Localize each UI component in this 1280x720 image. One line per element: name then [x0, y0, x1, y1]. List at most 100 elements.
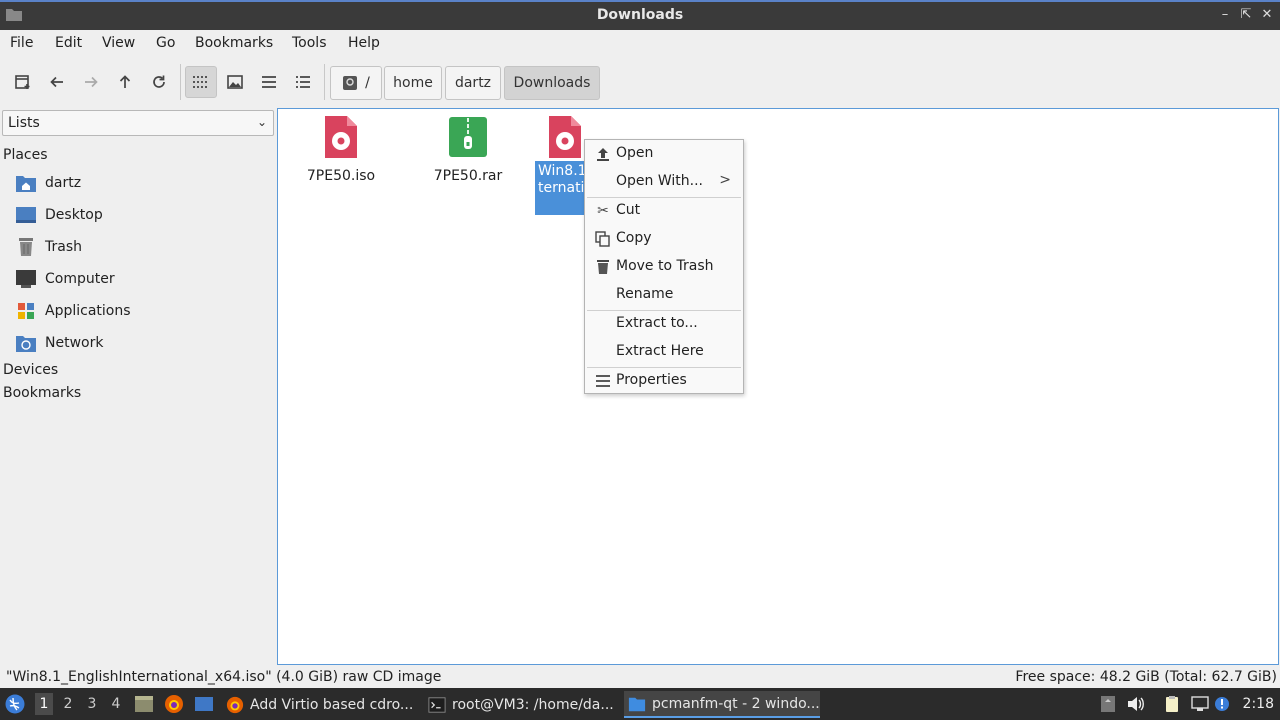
menu-view[interactable]: View: [102, 35, 135, 51]
clipboard-icon[interactable]: [1163, 696, 1181, 712]
title-bar: Downloads – ⇱ ✕: [0, 0, 1280, 30]
sidebar-item-dartz[interactable]: dartz: [16, 169, 81, 197]
menu-item-rename[interactable]: Rename: [585, 281, 743, 309]
desktop-2-button[interactable]: 2: [59, 696, 77, 712]
new-tab-button[interactable]: [7, 66, 39, 98]
folder-icon: [628, 697, 646, 711]
toolbar-separator: [180, 64, 181, 100]
menu-tools[interactable]: Tools: [292, 35, 327, 51]
volume-icon[interactable]: [1127, 696, 1145, 712]
window-title: Downloads: [596, 7, 684, 23]
sidebar-item-label: Trash: [45, 239, 82, 255]
menu-item-open-with[interactable]: Open With... >: [585, 168, 743, 196]
menu-item-cut[interactable]: ✂ Cut: [585, 197, 743, 225]
sidebar-item-desktop[interactable]: Desktop: [16, 201, 103, 229]
start-menu-icon[interactable]: [5, 694, 25, 714]
task-pcmanfm[interactable]: pcmanfm-qt - 2 windo...: [624, 691, 820, 718]
breadcrumb-dartz-label: dartz: [454, 75, 492, 91]
desktop-1-button[interactable]: 1: [35, 693, 53, 715]
desktop-icon: [16, 207, 36, 223]
list-icon: [262, 76, 276, 88]
show-desktop-icon[interactable]: [194, 694, 214, 714]
task-terminal[interactable]: root@VM3: /home/da...: [424, 691, 620, 718]
task-label: root@VM3: /home/da...: [452, 696, 614, 713]
devices-heading[interactable]: Devices: [3, 362, 58, 378]
menu-item-label: Rename: [616, 286, 674, 302]
menu-file[interactable]: File: [10, 35, 33, 51]
up-button[interactable]: [109, 66, 141, 98]
image-icon: [227, 75, 243, 89]
breadcrumb-root[interactable]: /: [330, 66, 382, 100]
thumbnail-view-button[interactable]: [219, 66, 251, 98]
sidebar-item-applications[interactable]: Applications: [16, 297, 131, 325]
menu-item-label: Open With...: [616, 173, 703, 189]
open-icon: [597, 148, 609, 161]
home-folder-icon: [16, 176, 36, 192]
properties-icon: [596, 375, 610, 387]
menu-bar: File Edit View Go Bookmarks Tools Help: [0, 30, 1280, 56]
file-manager-launcher-icon[interactable]: [134, 694, 154, 714]
icon-view-button[interactable]: [185, 66, 217, 98]
reload-button[interactable]: [143, 66, 175, 98]
status-bar: "Win8.1_EnglishInternational_x64.iso" (4…: [0, 666, 1280, 688]
menu-item-extract-to[interactable]: Extract to...: [585, 310, 743, 338]
cut-icon: ✂: [597, 203, 609, 219]
menu-bookmarks[interactable]: Bookmarks: [195, 35, 273, 51]
breadcrumb-home[interactable]: home: [384, 66, 442, 100]
trash-icon: [597, 260, 609, 274]
selected-file-name[interactable]: Win8.1 ternati: [535, 161, 585, 215]
back-button[interactable]: [41, 66, 73, 98]
menu-item-move-to-trash[interactable]: Move to Trash: [585, 253, 743, 281]
toolbar-separator: [324, 64, 325, 100]
sidebar-item-network[interactable]: Network: [16, 329, 103, 357]
task-label: Add Virtio based cdro...: [250, 696, 414, 713]
reload-icon: [153, 75, 165, 88]
desktop-4-button[interactable]: 4: [107, 696, 125, 712]
terminal-icon: [428, 696, 446, 713]
breadcrumb-root-label: /: [365, 75, 370, 91]
breadcrumb-downloads[interactable]: Downloads: [504, 66, 600, 100]
sidebar-item-label: Computer: [45, 271, 115, 287]
menu-item-label: Extract Here: [616, 343, 704, 359]
network-status-icon[interactable]: [1191, 696, 1209, 712]
clock[interactable]: 2:18: [1243, 696, 1274, 712]
file-view[interactable]: 7PE50.iso 7PE50.rar Win8.1 ternati: [277, 108, 1279, 665]
firefox-launcher-icon[interactable]: [164, 694, 184, 714]
menu-item-label: Cut: [616, 202, 641, 218]
side-pane-mode-select[interactable]: Lists ⌄: [2, 110, 274, 136]
selected-file-name-line2: ternati: [538, 180, 585, 196]
task-firefox[interactable]: Add Virtio based cdro...: [222, 691, 418, 718]
menu-item-open[interactable]: Open: [585, 140, 743, 168]
sidebar-item-computer[interactable]: Computer: [16, 265, 115, 293]
disc-image-icon: [325, 116, 357, 158]
menu-help[interactable]: Help: [348, 35, 380, 51]
menu-item-properties[interactable]: Properties: [585, 367, 743, 395]
update-notifier-icon[interactable]: [1214, 696, 1232, 712]
forward-button[interactable]: [75, 66, 107, 98]
file-item[interactable]: 7PE50.iso: [281, 116, 401, 184]
sidebar-item-trash[interactable]: Trash: [16, 233, 82, 261]
removable-media-icon[interactable]: [1099, 696, 1117, 712]
menu-edit[interactable]: Edit: [55, 35, 82, 51]
file-item[interactable]: 7PE50.rar: [408, 116, 528, 184]
menu-item-label: Properties: [616, 372, 687, 388]
toolbar: / home dartz Downloads: [0, 56, 1280, 108]
sidebar-item-label: Desktop: [45, 207, 103, 223]
bookmarks-heading[interactable]: Bookmarks: [3, 385, 81, 401]
desktop-3-button[interactable]: 3: [83, 696, 101, 712]
close-button[interactable]: ✕: [1258, 6, 1276, 24]
compact-view-button[interactable]: [253, 66, 285, 98]
file-name: 7PE50.rar: [433, 168, 503, 184]
breadcrumb-downloads-label: Downloads: [513, 75, 591, 91]
menu-go[interactable]: Go: [156, 35, 175, 51]
breadcrumb-dartz[interactable]: dartz: [445, 66, 501, 100]
menu-item-label: Move to Trash: [616, 258, 714, 274]
menu-item-copy[interactable]: Copy: [585, 225, 743, 253]
menu-item-label: Copy: [616, 230, 652, 246]
detailed-list-view-button[interactable]: [287, 66, 319, 98]
maximize-button[interactable]: ⇱: [1237, 6, 1255, 24]
status-selection-info: "Win8.1_EnglishInternational_x64.iso" (4…: [6, 669, 442, 685]
minimize-button[interactable]: –: [1216, 6, 1234, 24]
menu-item-extract-here[interactable]: Extract Here: [585, 338, 743, 366]
places-heading[interactable]: Places: [3, 147, 48, 163]
